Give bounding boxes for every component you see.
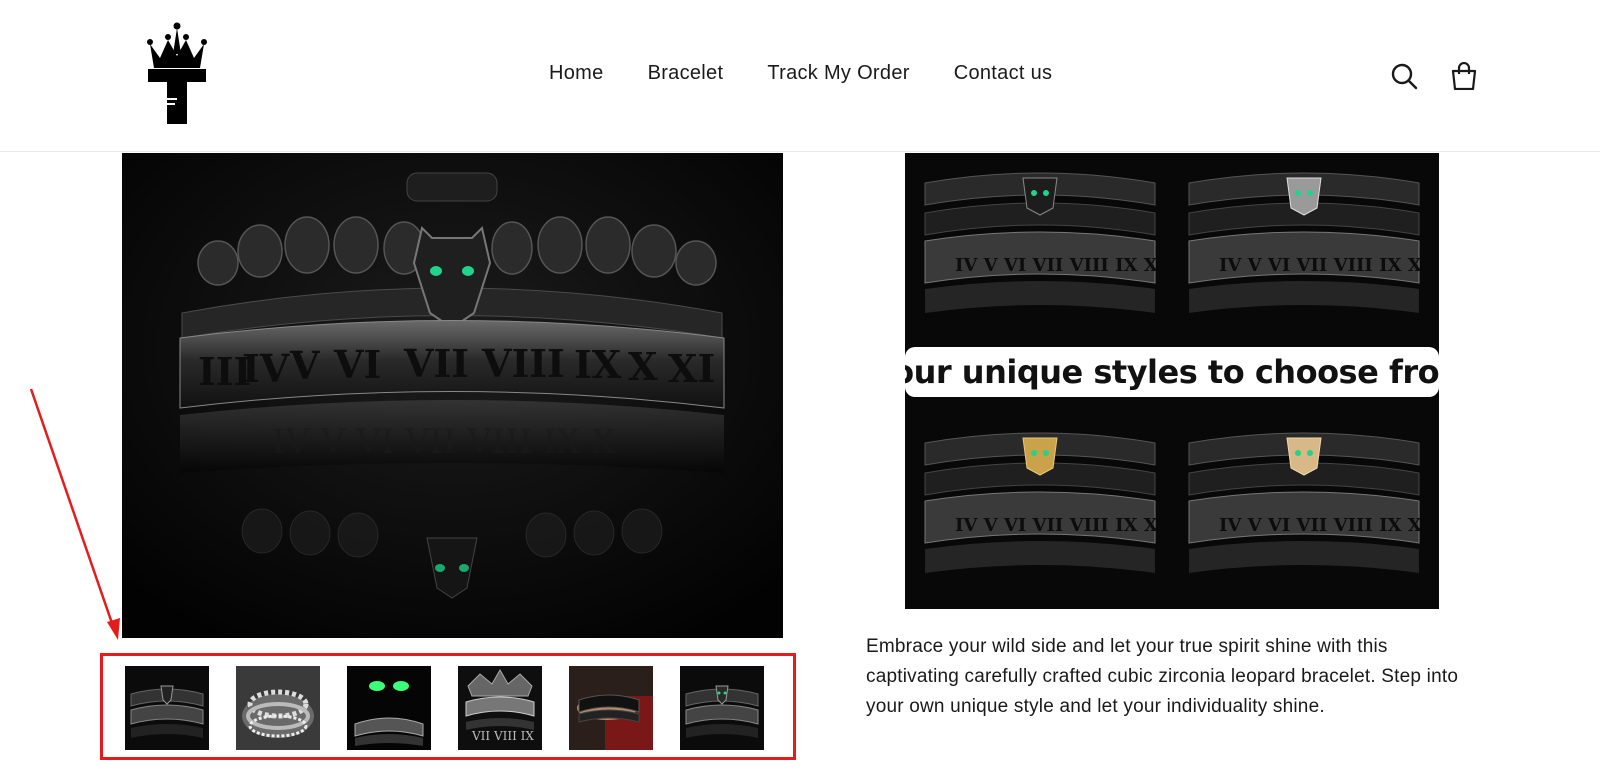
thumbnail-5[interactable] [569, 666, 653, 750]
thumbnail-6-image [680, 666, 764, 750]
site-logo[interactable] [146, 22, 208, 126]
cart-button[interactable] [1450, 61, 1478, 91]
thumbnail-1[interactable] [125, 666, 209, 750]
thumbnail-strip-highlight: VII VIII IX [100, 653, 796, 760]
svg-text:IV V VI VII VIII IX X: IV V VI VII VIII IX X [1219, 515, 1422, 536]
nav-track-my-order[interactable]: Track My Order [767, 62, 909, 85]
thumbnail-2[interactable] [236, 666, 320, 750]
thumbnail-1-image [125, 666, 209, 750]
styles-image[interactable]: IV V VI VII VIII IX X IV V VI VII VIII I… [905, 153, 1439, 609]
svg-text:IV V VI VII VIII IX X: IV V VI VII VIII IX X [955, 255, 1158, 276]
search-icon [1391, 63, 1418, 90]
nav-bracelet[interactable]: Bracelet [648, 62, 724, 85]
cart-icon [1451, 61, 1477, 91]
bracelet-photo: III IV V VI VII VIII IX X XI IV V VI VII… [122, 153, 783, 638]
site-header: Home Bracelet Track My Order Contact us [0, 0, 1600, 152]
thumbnail-5-image [569, 666, 653, 750]
svg-text:XI: XI [668, 346, 715, 391]
thumbnail-6[interactable] [680, 666, 764, 750]
styles-banner: Four unique styles to choose from [905, 347, 1439, 397]
svg-text:VII: VII [403, 341, 469, 386]
product-description: Embrace your wild side and let your true… [866, 636, 1459, 717]
thumbnail-3-image [347, 666, 431, 750]
nav-home[interactable]: Home [549, 62, 604, 85]
svg-text:V: V [289, 343, 321, 388]
svg-text:VIII: VIII [481, 341, 565, 386]
svg-text:IV: IV [242, 346, 291, 391]
thumbnail-2-image [236, 666, 320, 750]
svg-text:VI: VI [333, 342, 381, 387]
nav-contact-us[interactable]: Contact us [954, 62, 1053, 85]
svg-text:IV V VI VII VIII IX X: IV V VI VII VIII IX X [1219, 255, 1422, 276]
main-product-image[interactable]: III IV V VI VII VIII IX X XI IV V VI VII… [122, 153, 783, 638]
svg-text:IV V VI VII VIII IX X: IV V VI VII VIII IX X [272, 422, 616, 462]
search-button[interactable] [1390, 62, 1418, 90]
thumbnail-4-image: VII VIII IX [458, 666, 542, 750]
crown-t-logo-icon [147, 22, 207, 124]
thumbnail-3[interactable] [347, 666, 431, 750]
svg-text:IV V VI VII VIII IX X: IV V VI VII VIII IX X [955, 515, 1158, 536]
styles-banner-text: Four unique styles to choose from [905, 353, 1439, 391]
svg-text:IX: IX [574, 342, 622, 387]
svg-text:X: X [628, 344, 658, 389]
svg-text:VII VIII IX: VII VIII IX [471, 729, 534, 743]
main-nav: Home Bracelet Track My Order Contact us [549, 62, 1052, 85]
thumbnail-4[interactable]: VII VIII IX [458, 666, 542, 750]
